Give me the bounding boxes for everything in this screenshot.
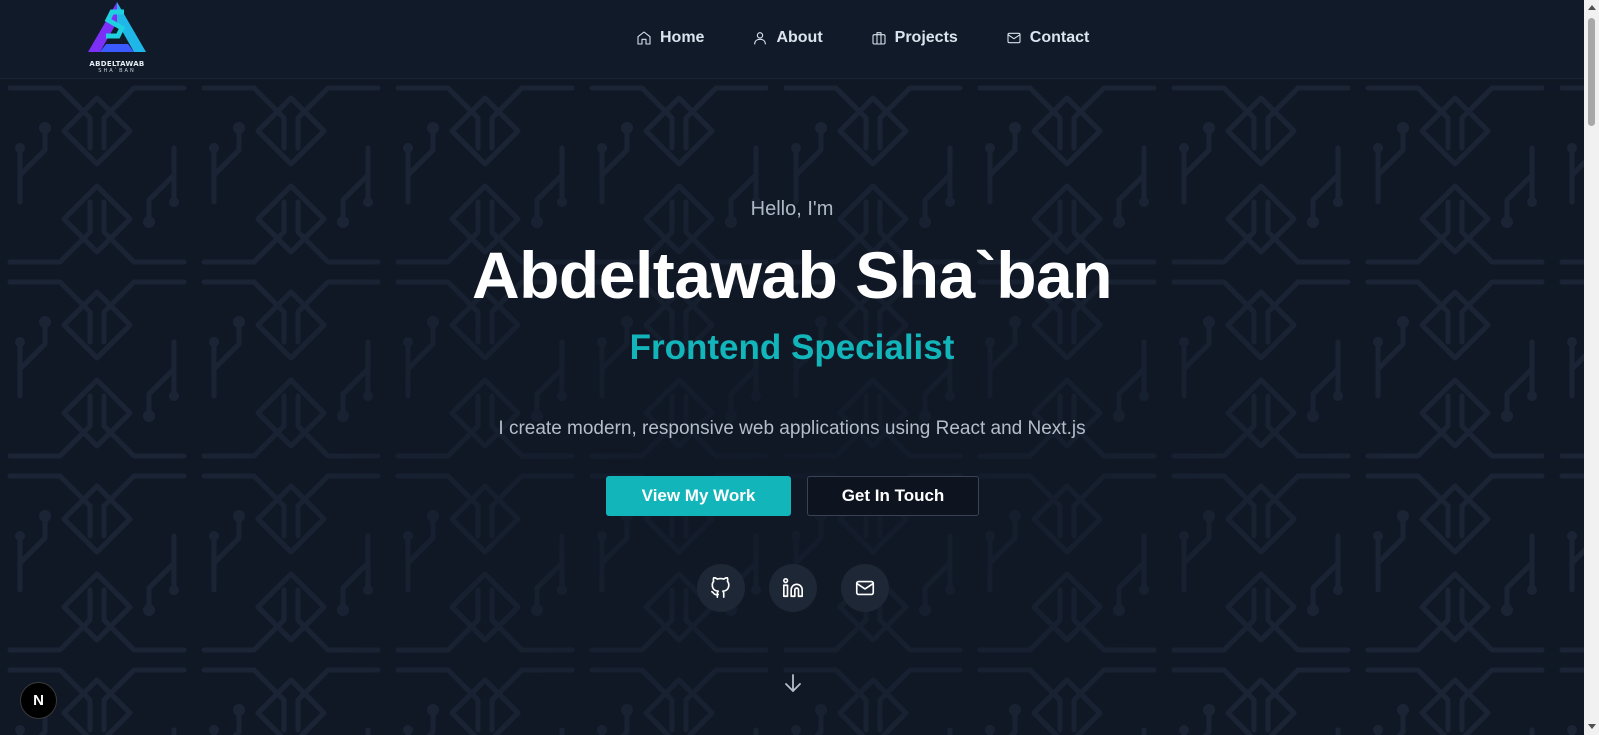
nav-item-contact[interactable]: Contact xyxy=(1006,26,1090,50)
nav-item-about[interactable]: About xyxy=(752,26,823,50)
hero-greeting: Hello, I'm xyxy=(750,198,834,220)
github-icon xyxy=(711,577,730,598)
linkedin-link[interactable] xyxy=(769,564,817,612)
mail-icon xyxy=(1007,32,1021,44)
scroll-up-icon[interactable] xyxy=(1588,5,1596,10)
logo-name: ABDELTAWAB xyxy=(89,60,145,68)
briefcase-icon xyxy=(872,32,886,45)
nextjs-badge-label: N xyxy=(33,692,44,709)
email-link[interactable] xyxy=(841,564,889,612)
arrow-down-icon xyxy=(785,674,801,692)
brand-logo-icon xyxy=(88,2,146,52)
nextjs-dev-badge[interactable]: N xyxy=(20,682,57,719)
page: ABDELTAWAB SHA`BAN Home About Projects C… xyxy=(0,0,1599,735)
nav-item-label: Contact xyxy=(1029,29,1090,46)
user-icon xyxy=(754,32,767,45)
mail-icon xyxy=(855,580,875,596)
nav-item-label: About xyxy=(776,29,823,46)
nav-item-label: Projects xyxy=(894,29,958,46)
hero-name: Abdeltawab Sha`ban xyxy=(471,238,1113,312)
site-header: ABDELTAWAB SHA`BAN Home About Projects C… xyxy=(0,0,1584,79)
home-icon xyxy=(637,31,651,45)
scroll-down-icon[interactable] xyxy=(1588,724,1596,729)
nav-item-projects[interactable]: Projects xyxy=(871,26,958,50)
brand-logo[interactable]: ABDELTAWAB SHA`BAN xyxy=(86,0,148,76)
scroll-down-arrow[interactable] xyxy=(783,672,803,694)
view-work-button[interactable]: View My Work xyxy=(606,476,791,516)
nav-item-label: Home xyxy=(660,29,705,46)
logo-subtitle: SHA`BAN xyxy=(98,68,136,74)
scrollbar-thumb[interactable] xyxy=(1588,18,1595,126)
hero-description: I create modern, responsive web applicat… xyxy=(498,418,1086,439)
main-nav: Home About Projects Contact xyxy=(636,26,1089,50)
hero-role: Frontend Specialist xyxy=(629,328,955,367)
get-in-touch-button[interactable]: Get In Touch xyxy=(807,476,979,516)
nav-item-home[interactable]: Home xyxy=(636,26,704,50)
page-scrollbar[interactable] xyxy=(1584,0,1599,735)
github-link[interactable] xyxy=(697,564,745,612)
linkedin-icon xyxy=(783,578,803,598)
